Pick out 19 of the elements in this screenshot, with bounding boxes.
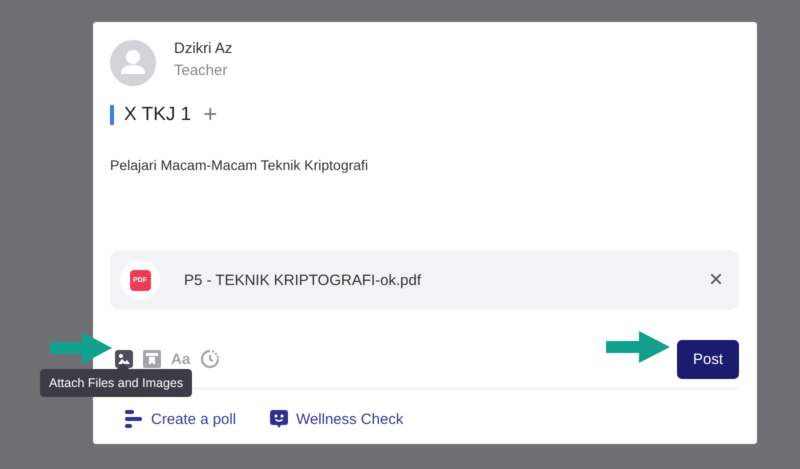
post-text: Pelajari Macam-Macam Teknik Kriptografi — [110, 156, 370, 175]
smiley-icon — [270, 409, 288, 429]
bar-list-icon — [125, 409, 143, 429]
author-name: Dzikri Az — [174, 39, 232, 59]
file-name: P5 - TEKNIK KRIPTOGRAFI-ok.pdf — [184, 272, 422, 288]
wellness-check-link[interactable]: Wellness Check — [296, 410, 404, 428]
clock-icon[interactable] — [200, 349, 220, 369]
tooltip: Attach Files and Images — [40, 369, 192, 397]
add-class-button[interactable]: + — [203, 103, 218, 127]
post-button[interactable]: Post — [677, 340, 739, 378]
class-label: X TKJ 1 — [124, 104, 192, 126]
author-role: Teacher — [174, 61, 228, 81]
avatar-icon — [110, 40, 156, 86]
remove-button[interactable]: × — [704, 266, 727, 294]
bookmark-icon[interactable] — [143, 350, 161, 368]
arrow-icon — [606, 331, 670, 363]
arrow-icon — [50, 332, 112, 364]
image-icon[interactable] — [115, 350, 133, 368]
create-poll-link[interactable]: Create a poll — [151, 410, 236, 428]
